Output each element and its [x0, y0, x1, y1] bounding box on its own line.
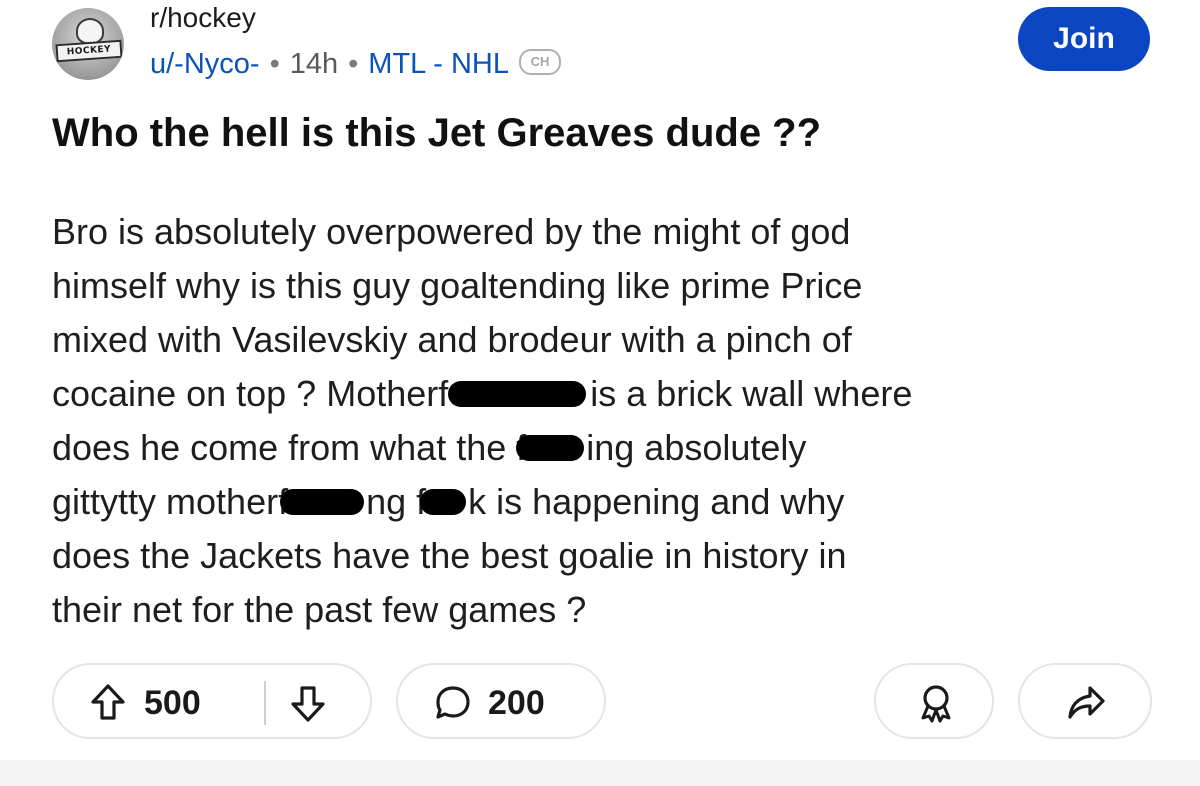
upvote-count: 500: [144, 684, 201, 722]
join-button[interactable]: Join: [1018, 7, 1150, 71]
author-link[interactable]: u/-Nyco-: [150, 48, 260, 80]
avatar-mascot-icon: [76, 18, 104, 44]
meta-separator: •: [348, 48, 359, 80]
body-line: their net for the past few games ?: [52, 589, 587, 630]
subreddit-avatar[interactable]: HOCKEY: [52, 8, 124, 80]
censor-mark: [516, 435, 585, 462]
reddit-post-screen: HOCKEY r/hockey u/-Nyco- • 14h • MTL - NHL CH…: [0, 0, 1200, 786]
body-line: mixed with Vasilevskiy and brodeur with …: [52, 319, 852, 360]
downvote-icon[interactable]: [290, 685, 326, 723]
body-text: cocaine on top ? Motherf: [52, 373, 449, 414]
body-line: does he come from what the f ing absolute…: [52, 421, 1162, 475]
body-line: cocaine on top ? Motherf is a brick wall …: [52, 367, 1162, 421]
comment-button[interactable]: 200: [396, 663, 606, 739]
body-text: ing absolutely: [586, 427, 807, 468]
body-text: k is happening and why: [468, 481, 845, 522]
vote-bar: 500: [52, 663, 372, 739]
body-line: Bro is absolutely overpowered by the mig…: [52, 211, 851, 252]
vote-divider: [264, 681, 266, 725]
post-title[interactable]: Who the hell is this Jet Greaves dude ??: [52, 108, 821, 158]
subreddit-name[interactable]: r/hockey: [150, 2, 256, 34]
post-body: Bro is absolutely overpowered by the mig…: [52, 205, 1162, 637]
user-flair: MTL - NHL: [368, 48, 509, 80]
censor-mark: [448, 381, 587, 408]
canadiens-logo-icon: CH: [519, 49, 561, 76]
body-line: gittytty motherf ng f k is happening and w…: [52, 475, 1162, 529]
post-time: 14h: [289, 48, 339, 80]
meta-separator: •: [269, 48, 280, 80]
post-meta: u/-Nyco- • 14h • MTL - NHL CH: [150, 44, 561, 84]
comment-count: 200: [488, 684, 545, 722]
body-line: does the Jackets have the best goalie in…: [52, 535, 847, 576]
comment-icon: [436, 686, 470, 719]
body-text: is a brick wall where: [590, 373, 913, 414]
body-text: gittytty motherf: [52, 481, 289, 522]
censor-mark: [280, 489, 365, 516]
avatar-banner: HOCKEY: [55, 39, 123, 63]
award-icon: [921, 685, 951, 723]
body-line: himself why is this guy goaltending like…: [52, 265, 863, 306]
censor-mark: [420, 489, 467, 516]
upvote-icon[interactable]: [90, 683, 126, 721]
share-icon: [1068, 686, 1105, 719]
body-text: ng f: [366, 481, 427, 522]
bottom-divider: [0, 760, 1200, 786]
body-text: does he come from what the f: [52, 427, 527, 468]
share-button[interactable]: [1018, 663, 1152, 739]
award-button[interactable]: [874, 663, 994, 739]
